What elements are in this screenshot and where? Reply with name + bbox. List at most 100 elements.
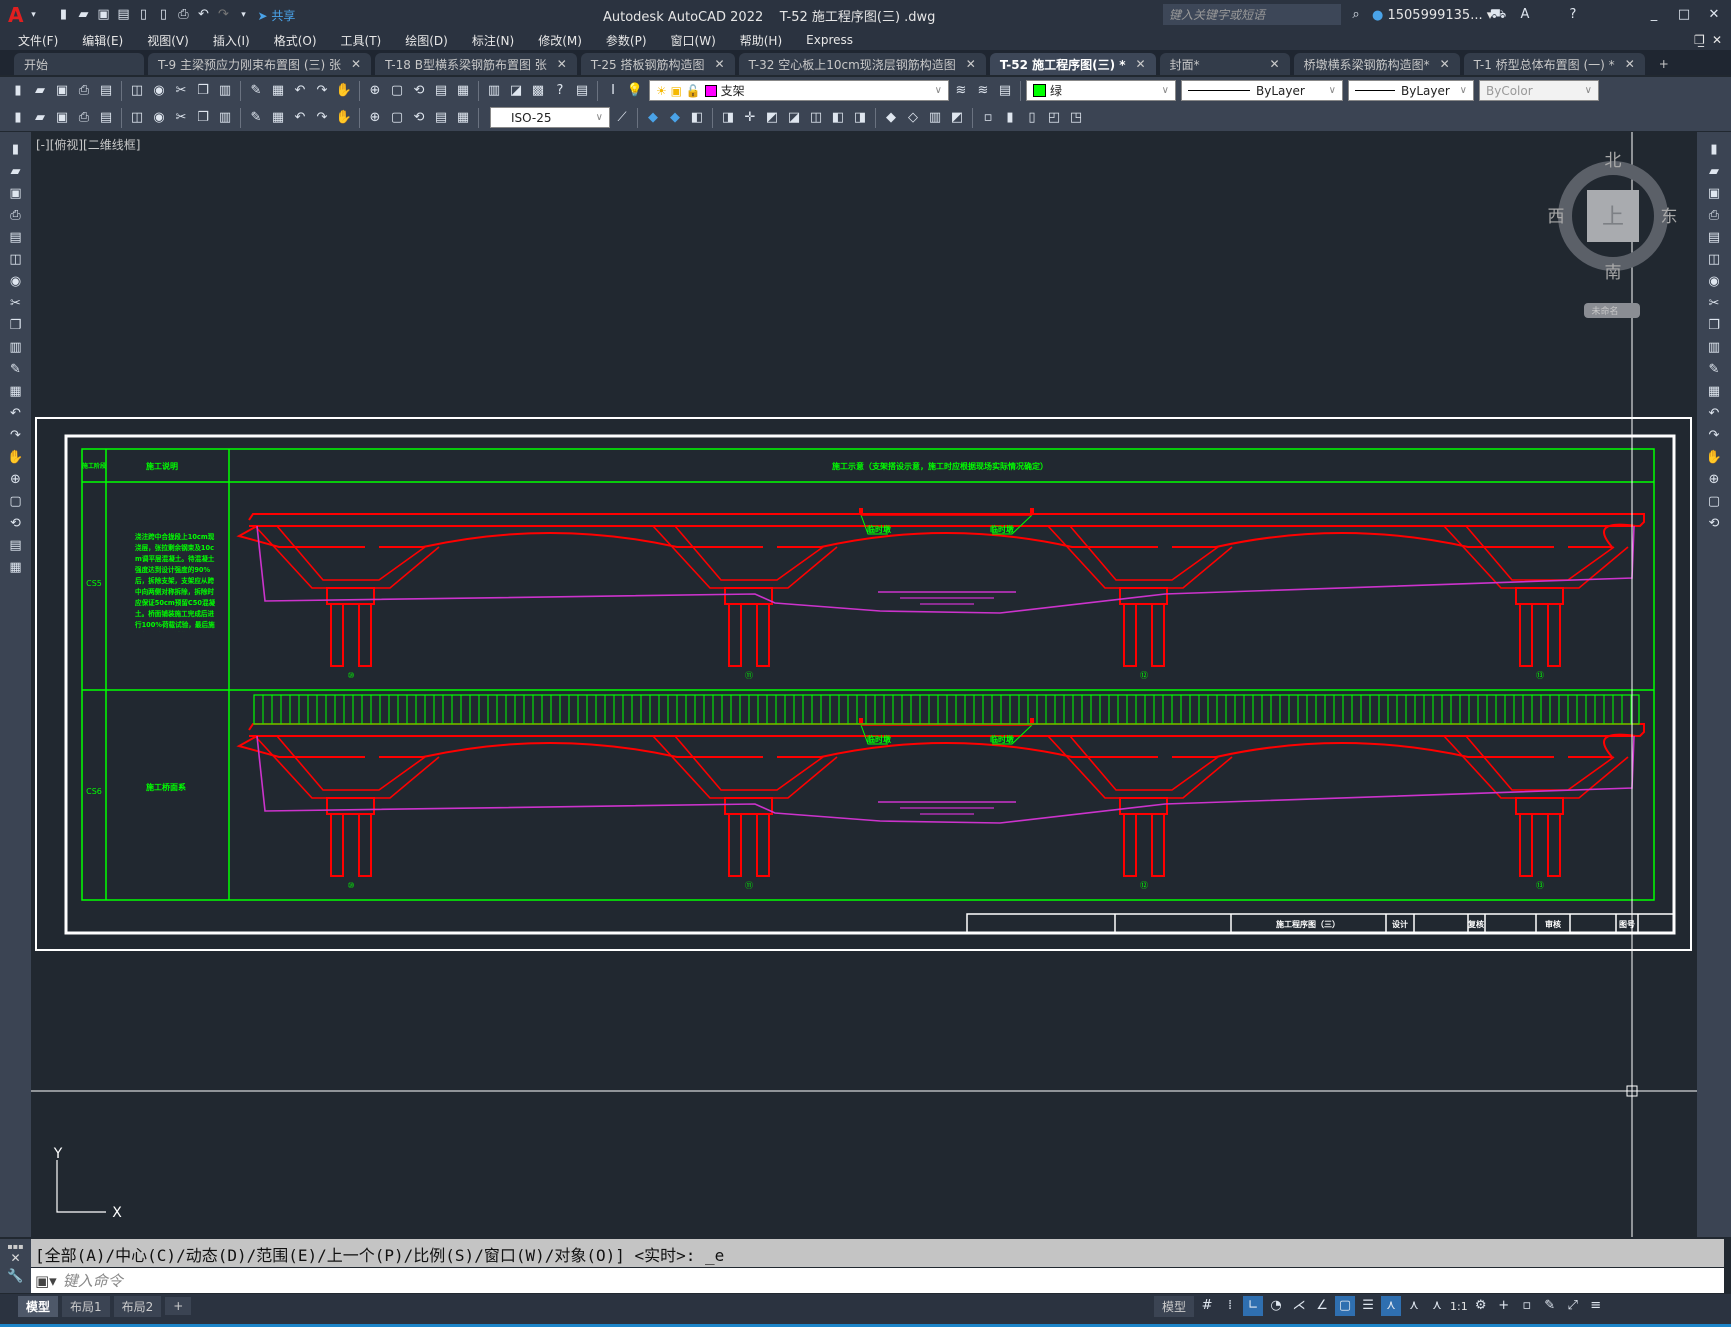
share-button[interactable]: ➤ 共享	[257, 7, 295, 24]
join-icon[interactable]: ↷	[1704, 426, 1724, 446]
tab-start[interactable]: 开始	[14, 53, 144, 75]
close-icon[interactable]: ✕	[1704, 5, 1724, 25]
region-icon[interactable]: ▢	[6, 492, 26, 512]
grid-icon[interactable]: #	[1197, 1296, 1217, 1316]
qnew-icon[interactable]: ▮	[53, 5, 73, 25]
scale-icon[interactable]: ✂	[1704, 294, 1724, 314]
layer-properties-icon[interactable]: Ⅰ	[603, 81, 623, 101]
solid-edit-icon[interactable]: ▫	[978, 108, 998, 128]
tab-t32[interactable]: T-32 空心板上10cm现浇层钢筋构造图 ✕	[738, 53, 986, 75]
autodesk-app-icon[interactable]: A	[1515, 5, 1535, 25]
viewcube-north[interactable]: 北	[1605, 151, 1622, 171]
menu-window[interactable]: 窗口(W)	[671, 32, 716, 49]
sheet-set-icon[interactable]: ◪	[506, 81, 526, 101]
menu-express[interactable]: Express	[806, 33, 853, 47]
zoom-realtime-icon[interactable]: ⊕	[365, 81, 385, 101]
modify-3d-icon[interactable]: ✛	[740, 108, 760, 128]
layer-states-icon[interactable]: ▤	[995, 81, 1015, 101]
aligned-dim-icon[interactable]: ▰	[30, 108, 50, 128]
diameter-icon[interactable]: ◉	[149, 108, 169, 128]
recent-commands-icon[interactable]: ▣▾	[35, 1272, 57, 1290]
maximize-icon[interactable]: □	[1674, 5, 1694, 25]
solid-edit-icon[interactable]: ◳	[1066, 108, 1086, 128]
line-icon[interactable]: ▮	[6, 140, 26, 160]
dim-style-icon[interactable]: ⟋	[612, 108, 632, 128]
paste-icon[interactable]: ▥	[215, 81, 235, 101]
polyline-icon[interactable]: ▣	[6, 184, 26, 204]
blend-icon[interactable]: ▢	[1704, 492, 1724, 512]
spline-icon[interactable]: ❐	[6, 316, 26, 336]
dim-space-icon[interactable]: ▦	[268, 108, 288, 128]
doc-close-icon[interactable]: ✕	[1712, 33, 1722, 47]
grip-icon[interactable]: ▪▪▪	[0, 1242, 31, 1251]
chamfer-icon[interactable]: ✋	[1704, 448, 1724, 468]
continue-icon[interactable]: ✎	[246, 108, 266, 128]
new-tab-button[interactable]: +	[1649, 53, 1679, 75]
insert-block-icon[interactable]: ▦	[6, 382, 26, 402]
solid-edit-icon[interactable]: ▯	[1022, 108, 1042, 128]
workspace-gear-icon[interactable]: ⚙	[1471, 1296, 1491, 1316]
tab-close-icon[interactable]: ✕	[715, 57, 725, 71]
annotation-visibility-icon[interactable]: ⋏	[1381, 1296, 1402, 1316]
rectangle-icon[interactable]: ▤	[6, 228, 26, 248]
modify-3d-icon[interactable]: ◨	[718, 108, 738, 128]
layer-dropdown[interactable]: ☀ ▣ 🔓 支架 ∨	[649, 80, 949, 101]
customization-menu-icon[interactable]: ≡	[1586, 1296, 1606, 1316]
menu-insert[interactable]: 插入(I)	[213, 32, 250, 49]
modify-3d-icon[interactable]: ◆	[643, 108, 663, 128]
command-line-handle[interactable]: ▪▪▪ ✕ 🔧	[0, 1239, 31, 1293]
ordinate-icon[interactable]: ⎙	[74, 108, 94, 128]
copy-icon[interactable]: ❐	[193, 81, 213, 101]
match-prop-icon[interactable]: ✎	[246, 81, 266, 101]
pan-icon[interactable]: ✋	[334, 81, 354, 101]
minimize-icon[interactable]: _	[1644, 5, 1664, 25]
object-snap-tracking-icon[interactable]: ∠	[1312, 1296, 1332, 1316]
cart-icon[interactable]: ⛟	[1488, 5, 1508, 25]
tab-close-icon[interactable]: ✕	[557, 57, 567, 71]
markup-icon[interactable]: ▩	[528, 81, 548, 101]
baseline-icon[interactable]: ▥	[215, 108, 235, 128]
zoom-window-icon[interactable]: ▢	[387, 81, 407, 101]
auto-scale-icon[interactable]: ⋏	[1404, 1296, 1424, 1316]
lineweight-icon[interactable]: ☰	[1358, 1296, 1378, 1316]
cut-icon[interactable]: ✂	[171, 81, 191, 101]
model-space-button[interactable]: 模型	[1154, 1295, 1195, 1317]
save-web-mobile-icon[interactable]: ▯	[153, 5, 173, 25]
tab-t9[interactable]: T-9 主梁预应力刚束布置图 (三) 张 ✕	[148, 53, 372, 75]
dimstyle-dropdown[interactable]: ISO-25 ∨	[490, 107, 610, 128]
tab-close-icon[interactable]: ✕	[966, 57, 976, 71]
app-menu-chevron-icon[interactable]: ▾	[23, 5, 43, 25]
trim-icon[interactable]: ▥	[1704, 338, 1724, 358]
offset-icon[interactable]: ⎙	[1704, 206, 1724, 226]
make-block-icon[interactable]: ↶	[6, 404, 26, 424]
tab-close-icon[interactable]: ✕	[1440, 57, 1450, 71]
table-icon[interactable]: ⟲	[6, 514, 26, 534]
multiline-text-icon[interactable]: ▤	[6, 536, 26, 556]
save-icon[interactable]: ▣	[52, 81, 72, 101]
calculator-icon[interactable]: ?	[550, 81, 570, 101]
move-icon[interactable]: ◫	[1704, 250, 1724, 270]
close-command-icon[interactable]: ✕	[0, 1251, 31, 1265]
layout-tab-model[interactable]: 模型	[18, 1295, 59, 1317]
search-box[interactable]: 键入关键字或短语	[1163, 4, 1341, 25]
doc-restore-icon[interactable]: ❐	[1694, 33, 1705, 47]
mirror-icon[interactable]: ▣	[1704, 184, 1724, 204]
modify-3d-icon[interactable]: ◆	[665, 108, 685, 128]
linear-dim-icon[interactable]: ▮	[8, 108, 28, 128]
rotate-icon[interactable]: ◉	[1704, 272, 1724, 292]
modify-3d-icon[interactable]: ◩	[762, 108, 782, 128]
tab-t25[interactable]: T-25 搭板钢筋构造图 ✕	[580, 53, 735, 75]
menu-modify[interactable]: 修改(M)	[538, 32, 582, 49]
help-icon[interactable]: ▤	[572, 81, 592, 101]
menu-dimension[interactable]: 标注(N)	[472, 32, 514, 49]
color-dropdown[interactable]: 绿 ∨	[1026, 80, 1176, 101]
quick-properties-icon[interactable]: ✎	[1540, 1296, 1560, 1316]
qnew-icon[interactable]: ▮	[8, 81, 28, 101]
explode-icon[interactable]: ⟲	[1704, 514, 1724, 534]
tab-t52[interactable]: T-52 施工程序图(三) * ✕	[989, 53, 1156, 75]
tab-close-icon[interactable]: ✕	[1136, 57, 1146, 71]
autocad-logo-icon[interactable]: A	[8, 3, 23, 27]
solid-edit-icon[interactable]: ◩	[947, 108, 967, 128]
erase-icon[interactable]: ▮	[1704, 140, 1724, 160]
break-at-point-icon[interactable]: ▦	[1704, 382, 1724, 402]
